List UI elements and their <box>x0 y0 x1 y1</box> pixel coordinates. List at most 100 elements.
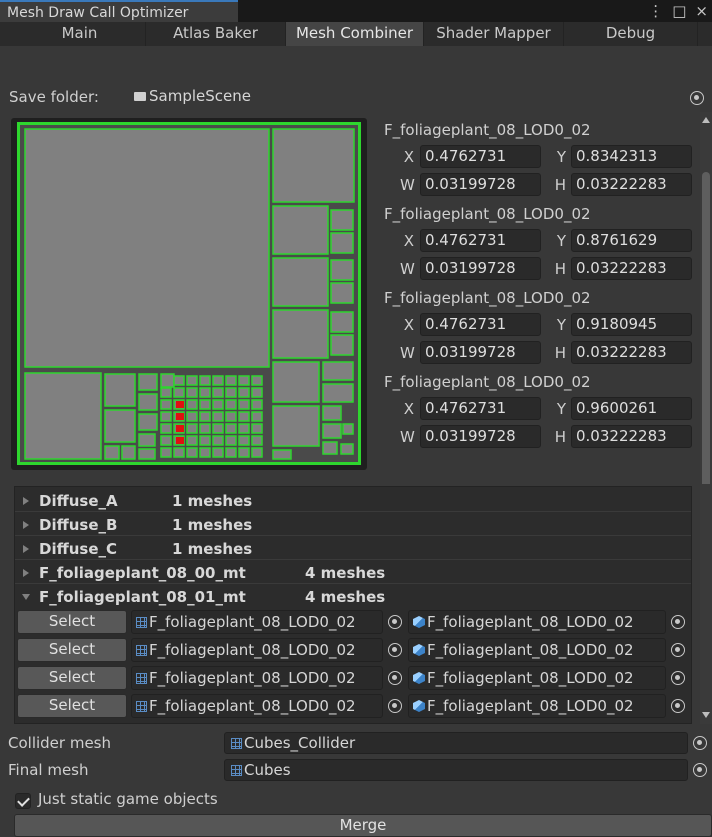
atlas-tile[interactable] <box>199 399 211 410</box>
atlas-rect[interactable] <box>24 128 270 368</box>
collapsed-arrow-icon[interactable] <box>23 521 29 529</box>
collapsed-arrow-icon[interactable] <box>23 545 29 553</box>
atlas-selected-tile[interactable] <box>176 413 184 420</box>
atlas-tile[interactable] <box>225 435 237 446</box>
atlas-rect[interactable] <box>272 361 320 403</box>
select-button[interactable]: Select <box>17 610 127 634</box>
tab-atlas-baker[interactable]: Atlas Baker <box>146 22 286 46</box>
atlas-tile[interactable] <box>238 423 250 434</box>
atlas-rect[interactable] <box>272 128 355 203</box>
atlas-tile[interactable] <box>225 387 237 398</box>
object-field[interactable]: F_foliageplant_08_LOD0_02 <box>408 638 666 662</box>
uv-w-field[interactable]: 0.03199728 <box>420 257 541 280</box>
atlas-tile[interactable] <box>238 411 250 422</box>
select-button[interactable]: Select <box>17 666 127 690</box>
atlas-rect[interactable] <box>272 449 292 460</box>
mesh-field[interactable]: F_foliageplant_08_LOD0_02 <box>131 694 383 718</box>
uv-y-field[interactable]: 0.9180945 <box>571 313 692 336</box>
atlas-rect[interactable] <box>330 334 354 356</box>
atlas-rect[interactable] <box>24 372 102 460</box>
atlas-tile[interactable] <box>160 399 172 410</box>
uv-x-field[interactable]: 0.4762731 <box>420 313 541 336</box>
atlas-tile[interactable] <box>186 387 198 398</box>
object-picker-icon[interactable] <box>671 699 685 713</box>
atlas-tile[interactable] <box>173 387 185 398</box>
save-folder-field[interactable]: SampleScene <box>128 86 708 108</box>
static-only-checkbox[interactable] <box>15 793 31 809</box>
atlas-tile[interactable] <box>160 387 172 398</box>
atlas-rect[interactable] <box>272 405 320 447</box>
atlas-tile[interactable] <box>199 447 211 458</box>
atlas-tile[interactable] <box>212 435 224 446</box>
atlas-tile[interactable] <box>225 399 237 410</box>
uv-h-field[interactable]: 0.03222283 <box>571 341 692 364</box>
atlas-tile[interactable] <box>251 435 263 446</box>
atlas-tile[interactable] <box>212 411 224 422</box>
atlas-tile[interactable] <box>199 435 211 446</box>
atlas-selected-tile[interactable] <box>176 425 184 432</box>
scroll-thumb[interactable] <box>702 172 710 488</box>
object-picker-icon[interactable] <box>671 671 685 685</box>
expanded-arrow-icon[interactable] <box>22 594 30 600</box>
tab-main[interactable]: Main <box>14 22 146 46</box>
atlas-rect[interactable] <box>138 448 156 460</box>
atlas-rect[interactable] <box>342 423 354 435</box>
uv-h-field[interactable]: 0.03222283 <box>571 425 692 448</box>
mesh-picker-icon[interactable] <box>388 615 402 629</box>
atlas-rect[interactable] <box>138 393 158 411</box>
uv-h-field[interactable]: 0.03222283 <box>571 257 692 280</box>
uv-y-field[interactable]: 0.8761629 <box>571 229 692 252</box>
object-field[interactable]: F_foliageplant_08_LOD0_02 <box>408 610 666 634</box>
collider-mesh-field[interactable]: Cubes_Collider <box>224 732 688 754</box>
uv-w-field[interactable]: 0.03199728 <box>420 425 541 448</box>
atlas-rect[interactable] <box>322 383 354 403</box>
atlas-tile[interactable] <box>212 423 224 434</box>
tab-debug[interactable]: Debug <box>564 22 698 46</box>
atlas-tile[interactable] <box>160 423 172 434</box>
atlas-rect[interactable] <box>104 445 120 460</box>
material-group-row[interactable]: Diffuse_B 1 meshes <box>15 514 691 536</box>
select-button[interactable]: Select <box>17 638 127 662</box>
atlas-tile[interactable] <box>225 411 237 422</box>
uv-y-field[interactable]: 0.8342313 <box>571 145 692 168</box>
scroll-down-arrow-icon[interactable] <box>702 712 710 718</box>
atlas-tile[interactable] <box>160 447 172 458</box>
object-picker-icon[interactable] <box>671 643 685 657</box>
atlas-tile[interactable] <box>238 399 250 410</box>
atlas-rect[interactable] <box>322 405 342 421</box>
atlas-rect[interactable] <box>330 232 354 254</box>
atlas-tile[interactable] <box>160 411 172 422</box>
atlas-tile[interactable] <box>186 411 198 422</box>
maximize-icon[interactable]: □ <box>672 2 686 20</box>
atlas-rect[interactable] <box>138 373 158 391</box>
atlas-tile[interactable] <box>186 423 198 434</box>
atlas-tile[interactable] <box>212 387 224 398</box>
group-list-scrollbar[interactable] <box>700 484 712 724</box>
atlas-rect[interactable] <box>160 373 175 388</box>
merge-button[interactable]: Merge <box>14 814 712 837</box>
atlas-rect[interactable] <box>330 282 354 304</box>
mesh-field[interactable]: F_foliageplant_08_LOD0_02 <box>131 638 383 662</box>
mesh-field[interactable]: F_foliageplant_08_LOD0_02 <box>131 666 383 690</box>
atlas-rect[interactable] <box>272 257 329 307</box>
atlas-tile[interactable] <box>173 447 185 458</box>
atlas-rect[interactable] <box>322 441 338 455</box>
object-picker-icon[interactable] <box>671 615 685 629</box>
tab-mesh-combiner[interactable]: Mesh Combiner <box>286 22 424 46</box>
atlas-tile[interactable] <box>238 375 250 386</box>
select-button[interactable]: Select <box>17 694 127 718</box>
atlas-tile[interactable] <box>199 387 211 398</box>
atlas-tile[interactable] <box>251 447 263 458</box>
close-icon[interactable]: × <box>695 2 708 20</box>
collider-mesh-picker-icon[interactable] <box>693 736 707 750</box>
atlas-tile[interactable] <box>251 423 263 434</box>
atlas-tile[interactable] <box>199 411 211 422</box>
uv-x-field[interactable]: 0.4762731 <box>420 397 541 420</box>
mesh-picker-icon[interactable] <box>388 643 402 657</box>
atlas-tile[interactable] <box>212 399 224 410</box>
atlas-preview[interactable] <box>11 118 367 470</box>
mesh-field[interactable]: F_foliageplant_08_LOD0_02 <box>131 610 383 634</box>
final-mesh-field[interactable]: Cubes <box>224 759 688 781</box>
atlas-tile[interactable] <box>225 375 237 386</box>
tab-shader-mapper[interactable]: Shader Mapper <box>424 22 564 46</box>
